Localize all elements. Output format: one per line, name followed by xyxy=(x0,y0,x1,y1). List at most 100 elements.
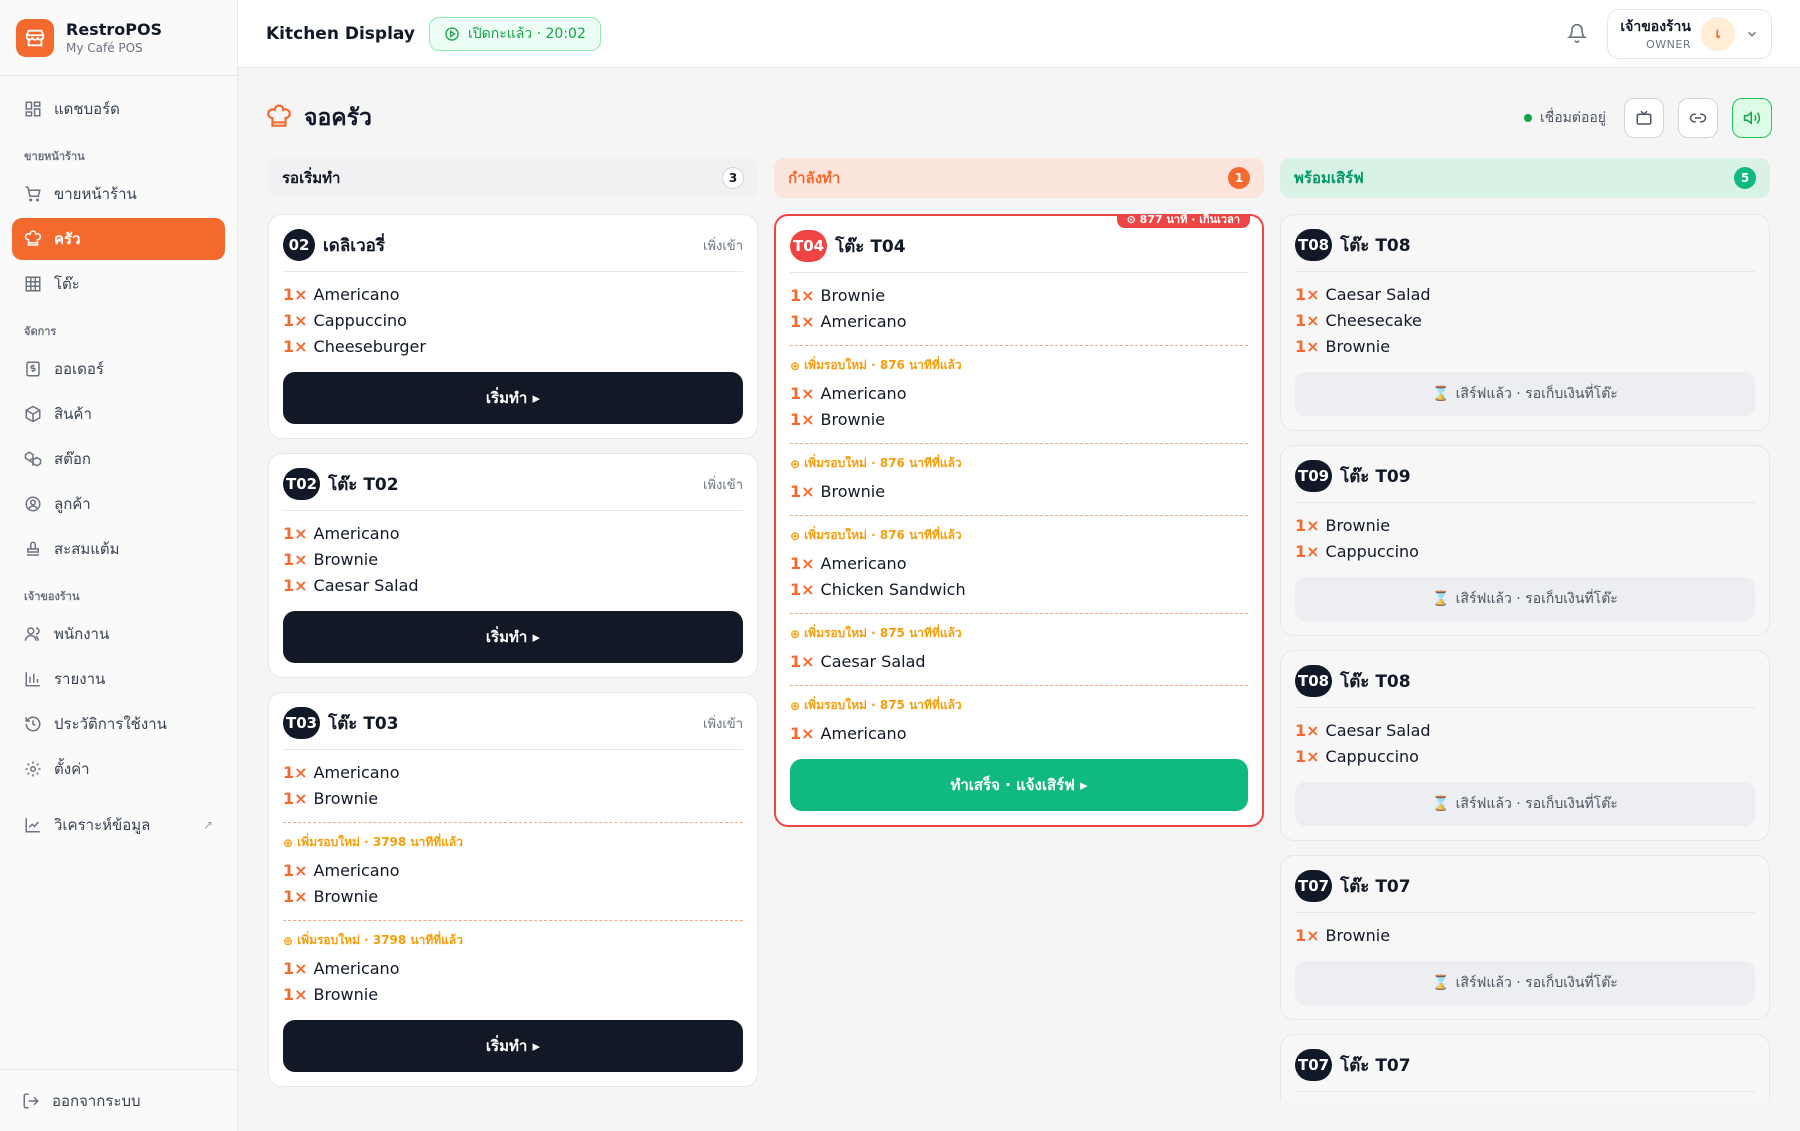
brand-name: RestroPOS xyxy=(66,20,163,39)
ready-card-list: T08 โต๊ะ T08 1× Caesar Salad 1× Cheesecake 1× B… xyxy=(1280,214,1770,1102)
sidebar-item-reports[interactable]: รายงาน xyxy=(12,658,225,700)
sidebar-item-products[interactable]: สินค้า xyxy=(12,393,225,435)
order-item: 1× Brownie xyxy=(283,982,743,1008)
add-round-label: ⊕ เพิ่มรอบใหม่ · 876 นาทีที่แล้ว xyxy=(790,526,1248,545)
item-qty: 1× xyxy=(1295,516,1320,535)
user-menu[interactable]: เจ้าของร้าน OWNER เ xyxy=(1607,8,1772,59)
pending-card-list: 02 เดลิเวอรี่ เพิ่งเข้า 1× Americano 1× Cappuc… xyxy=(268,214,758,1102)
sidebar-item-dashboard[interactable]: แดชบอร์ด xyxy=(12,88,225,130)
item-name: Brownie xyxy=(313,789,379,808)
card-title: เดลิเวอรี่ xyxy=(323,235,385,256)
sidebar-nav: แดชบอร์ด ขายหน้าร้าน ขายหน้าร้าน ครัว โต… xyxy=(0,76,237,846)
item-qty: 1× xyxy=(283,985,308,1004)
sidebar-item-points[interactable]: สะสมแต้ม xyxy=(12,528,225,570)
column-label: รอเริ่มทำ xyxy=(282,169,341,187)
sidebar-item-history[interactable]: ประวัติการใช้งาน xyxy=(12,703,225,745)
column-ready: พร้อมเสิร์ฟ 5 T08 โต๊ะ T08 1× Caesar Salad 1… xyxy=(1280,158,1770,1102)
brand: RestroPOS My Café POS xyxy=(0,0,237,76)
order-item: 1× Brownie xyxy=(283,786,743,812)
sidebar-item-label: ครัว xyxy=(54,230,81,248)
sidebar-item-pos[interactable]: ขายหน้าร้าน xyxy=(12,173,225,215)
item-name: Americano xyxy=(820,384,907,403)
link-button[interactable] xyxy=(1678,98,1718,138)
receipt-dollar-icon xyxy=(24,360,42,378)
order-item: 1× Brownie xyxy=(1295,513,1755,539)
add-round-section: ⊕ เพิ่มรอบใหม่ · 876 นาทีที่แล้ว 1× America… xyxy=(790,515,1248,603)
order-item: 1× Brownie xyxy=(790,479,1248,505)
sidebar-item-analytics[interactable]: วิเคราะห์ข้อมูล ↗ xyxy=(12,804,225,846)
order-item: 1× Americano xyxy=(790,551,1248,577)
column-header: กำลังทำ 1 xyxy=(774,158,1264,198)
order-item: 1× Americano xyxy=(283,282,743,308)
item-qty: 1× xyxy=(790,554,815,573)
sidebar-item-customers[interactable]: ลูกค้า xyxy=(12,483,225,525)
start-cooking-button[interactable]: เริ่มทำ ▸ xyxy=(283,1020,743,1072)
plus-circle-icon: ⊕ xyxy=(283,835,294,850)
stamp-icon xyxy=(24,540,42,558)
card-time: เพิ่งเข้า xyxy=(703,716,743,732)
item-name: Brownie xyxy=(1325,516,1391,535)
card-header: T08 โต๊ะ T08 xyxy=(1295,665,1755,708)
item-name: Caesar Salad xyxy=(1325,285,1431,304)
sidebar-item-orders[interactable]: ออเดอร์ xyxy=(12,348,225,390)
item-qty: 1× xyxy=(790,580,815,599)
served-status: ⌛ เสิร์ฟแล้ว · รอเก็บเงินที่โต๊ะ xyxy=(1295,372,1755,416)
topbar-title: Kitchen Display xyxy=(266,23,415,44)
item-name: Cappuccino xyxy=(1325,747,1419,766)
status-dot xyxy=(1523,114,1532,122)
item-name: Cappuccino xyxy=(1325,542,1419,561)
tv-mode-button[interactable] xyxy=(1624,98,1664,138)
item-name: Brownie xyxy=(1325,337,1391,356)
column-pending: รอเริ่มทำ 3 02 เดลิเวอรี่ เพิ่งเข้า 1× Ameri… xyxy=(268,158,758,1087)
order-item: 1× Caesar Salad xyxy=(1295,282,1755,308)
start-cooking-button[interactable]: เริ่มทำ ▸ xyxy=(283,611,743,663)
add-round-text: เพิ่มรอบใหม่ · 876 นาทีที่แล้ว xyxy=(804,358,962,372)
card-title: โต๊ะ T07 xyxy=(1340,876,1411,897)
sidebar-item-tables[interactable]: โต๊ะ xyxy=(12,263,225,305)
sidebar-item-label: ออเดอร์ xyxy=(54,360,104,378)
item-name: Brownie xyxy=(313,550,379,569)
chef-hat-icon xyxy=(24,230,42,248)
user-circle-icon xyxy=(24,495,42,513)
sidebar-item-label: ขายหน้าร้าน xyxy=(54,185,137,203)
item-name: Caesar Salad xyxy=(313,576,419,595)
item-qty: 1× xyxy=(1295,337,1320,356)
ready-card: T07 โต๊ะ T07 xyxy=(1280,1034,1770,1102)
sound-toggle-button[interactable] xyxy=(1732,98,1772,138)
connection-label: เชื่อมต่ออยู่ xyxy=(1539,110,1606,126)
item-qty: 1× xyxy=(283,887,308,906)
logout-button[interactable]: ออกจากระบบ xyxy=(0,1069,237,1131)
order-item: 1× Americano xyxy=(790,309,1248,335)
cart-icon xyxy=(24,185,42,203)
served-status-text: เสิร์ฟแล้ว · รอเก็บเงินที่โต๊ะ xyxy=(1455,386,1618,402)
column-count: 1 xyxy=(1228,167,1250,189)
sidebar-item-staff[interactable]: พนักงาน xyxy=(12,613,225,655)
external-link-icon: ↗ xyxy=(202,818,213,832)
order-item: 1× Cheesecake xyxy=(1295,308,1755,334)
card-time: เพิ่งเข้า xyxy=(703,477,743,493)
sidebar-item-label: สะสมแต้ม xyxy=(54,540,120,558)
nav-section-front: ขายหน้าร้าน xyxy=(24,150,85,163)
item-name: Americano xyxy=(313,861,400,880)
table-badge: T09 xyxy=(1295,460,1333,492)
overdue-tag: ⊙ 877 นาที · เกินเวลา xyxy=(1116,214,1250,228)
sidebar-item-settings[interactable]: ตั้งค่า xyxy=(12,748,225,790)
user-role: OWNER xyxy=(1646,38,1691,51)
order-item: 1× Cappuccino xyxy=(1295,539,1755,565)
plus-circle-icon: ⊕ xyxy=(790,456,801,471)
order-item: 1× Americano xyxy=(283,760,743,786)
start-cooking-button[interactable]: เริ่มทำ ▸ xyxy=(283,372,743,424)
card-header: T07 โต๊ะ T07 xyxy=(1295,1049,1755,1092)
nav-section-owner: เจ้าของร้าน xyxy=(24,590,80,603)
done-notify-serve-button[interactable]: ทำเสร็จ · แจ้งเสิร์ฟ ▸ xyxy=(790,759,1248,811)
plus-circle-icon: ⊕ xyxy=(790,698,801,713)
shift-status-badge[interactable]: เปิดกะแล้ว · 20:02 xyxy=(428,16,601,51)
column-label: กำลังทำ xyxy=(788,169,841,187)
sidebar-item-label: ตั้งค่า xyxy=(54,760,90,778)
sidebar-item-kitchen[interactable]: ครัว xyxy=(12,218,225,260)
bell-icon[interactable] xyxy=(1567,23,1589,45)
item-qty: 1× xyxy=(283,337,308,356)
sidebar-item-stock[interactable]: สต๊อก xyxy=(12,438,225,480)
column-cooking: กำลังทำ 1 ⊙ 877 นาที · เกินเวลา T04 โต๊ะ T… xyxy=(774,158,1264,827)
link-icon xyxy=(1689,109,1707,127)
